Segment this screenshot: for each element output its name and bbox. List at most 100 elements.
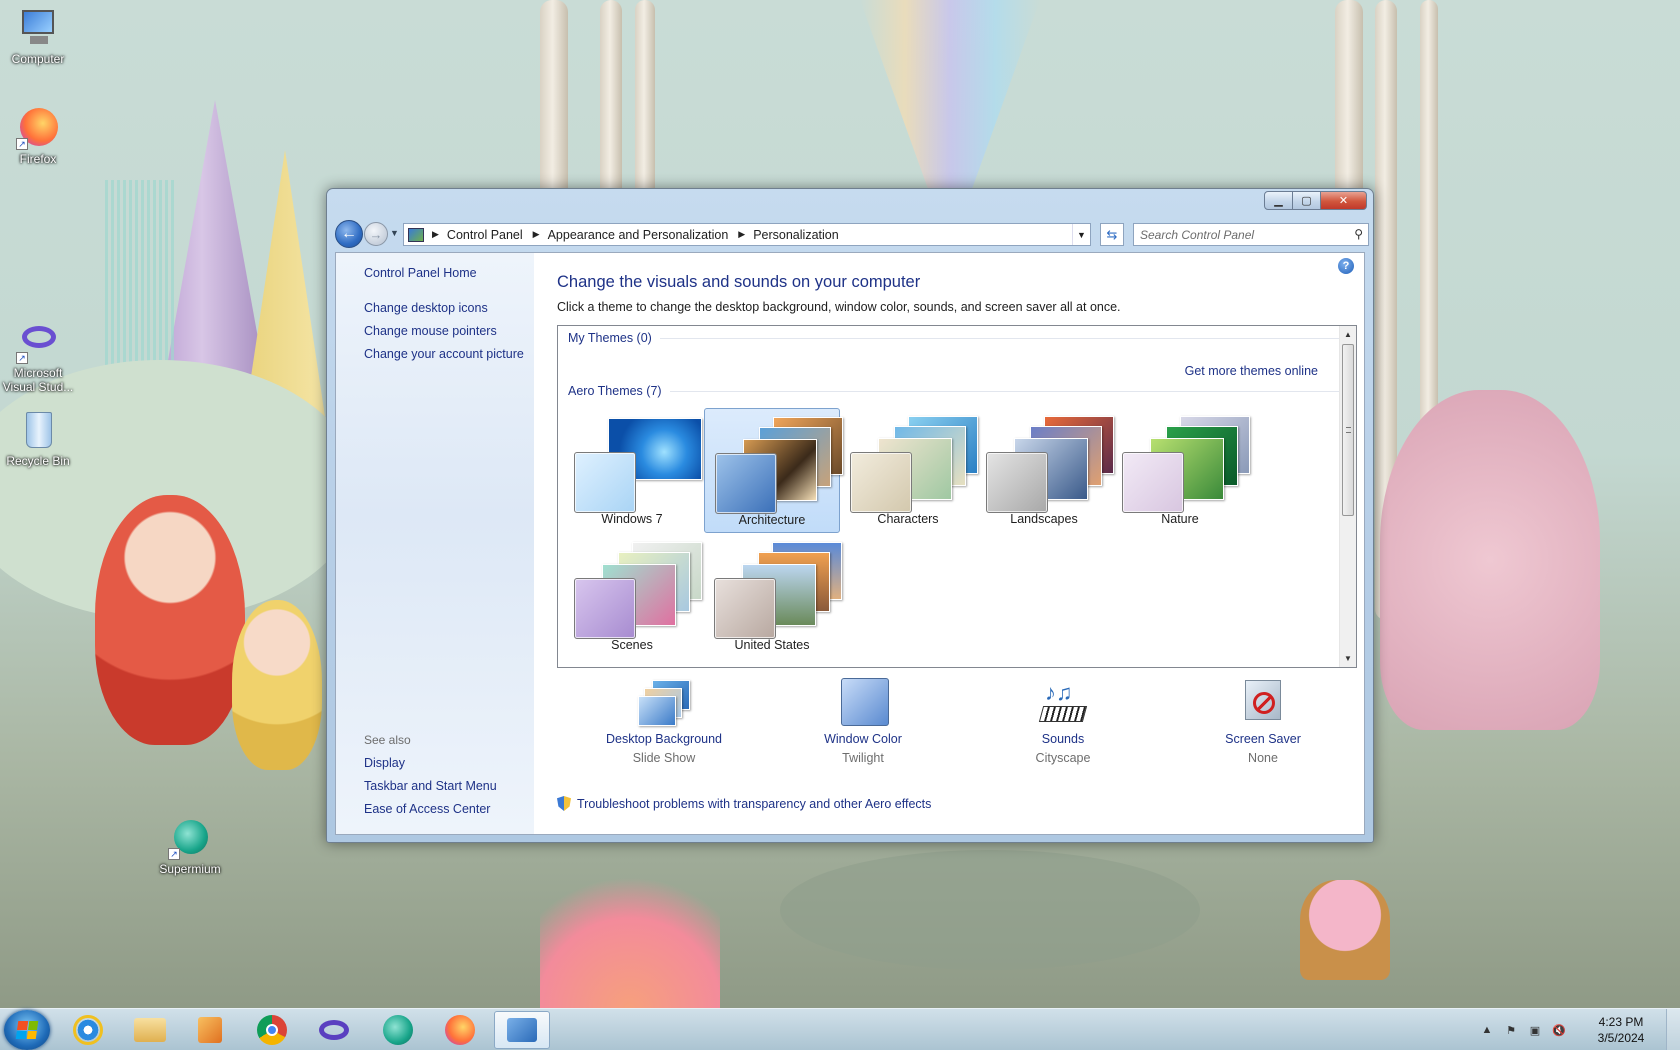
control-panel-home-link[interactable]: Control Panel Home [364, 266, 477, 280]
display-link[interactable]: Display [364, 756, 405, 770]
sounds-item[interactable]: ♪♫ Sounds Cityscape [978, 678, 1148, 765]
shield-icon [557, 796, 571, 811]
taskbar-chrome[interactable] [244, 1011, 300, 1049]
desktop-icon-computer[interactable]: Computer [0, 8, 76, 66]
supermium-icon: ↗ [168, 818, 212, 860]
theme-thumbnail [848, 414, 978, 513]
personalization-window[interactable]: ▁ ▢ ✕ ← → ▼ ▶ Control Panel ▶ Appearance… [326, 188, 1374, 843]
theme-thumbnail [984, 414, 1114, 513]
my-themes-header[interactable]: My Themes (0) [568, 331, 1340, 345]
taskbar-media-player[interactable] [182, 1011, 238, 1049]
minimize-icon: ▁ [1274, 195, 1283, 207]
address-bar[interactable]: ▶ Control Panel ▶ Appearance and Persona… [403, 223, 1091, 246]
left-pane: Control Panel Home Change desktop icons … [336, 253, 534, 834]
search-icon[interactable]: ⚲ [1354, 227, 1363, 241]
firefox-icon [445, 1015, 475, 1045]
recycle-bin-icon [16, 410, 60, 452]
chevron-up-icon: ▲ [1481, 1024, 1493, 1036]
taskbar-control-panel[interactable] [494, 1011, 550, 1049]
shortcut-arrow-icon: ↗ [168, 848, 180, 860]
back-arrow-icon: ← [341, 225, 357, 242]
screen-saver-label[interactable]: Screen Saver [1178, 732, 1348, 746]
desktop-background-item[interactable]: Desktop Background Slide Show [579, 678, 749, 765]
maximize-button[interactable]: ▢ [1293, 191, 1321, 210]
desktop-icon-label: Recycle Bin [6, 454, 70, 468]
refresh-icon: ⇆ [1106, 226, 1118, 242]
breadcrumb-personalization[interactable]: Personalization [753, 228, 838, 242]
taskbar-supermium[interactable] [370, 1011, 426, 1049]
theme-windows-7[interactable]: Windows 7 [564, 408, 702, 533]
address-dropdown-button[interactable]: ▼ [1072, 224, 1090, 245]
close-button[interactable]: ✕ [1321, 191, 1367, 210]
see-also-label: See also [364, 733, 411, 747]
theme-architecture[interactable]: Architecture [704, 408, 843, 533]
taskbar-firefox[interactable] [432, 1011, 488, 1049]
file-explorer-icon [134, 1018, 166, 1042]
aero-themes-header[interactable]: Aero Themes (7) [568, 384, 1350, 398]
theme-thumbnail [572, 414, 702, 513]
chevron-down-icon: ▼ [390, 228, 399, 238]
control-panel-icon [507, 1018, 537, 1042]
desktop-icon-supermium[interactable]: ↗ Supermium [152, 818, 228, 876]
minimize-button[interactable]: ▁ [1264, 191, 1293, 210]
ease-of-access-link[interactable]: Ease of Access Center [364, 802, 490, 816]
change-desktop-icons-link[interactable]: Change desktop icons [364, 301, 488, 315]
show-desktop-button[interactable] [1666, 1009, 1680, 1050]
window-color-label[interactable]: Window Color [778, 732, 948, 746]
scrollbar-thumb[interactable] [1342, 344, 1354, 516]
troubleshoot-link[interactable]: Troubleshoot problems with transparency … [557, 796, 931, 811]
screen-saver-icon [1235, 678, 1291, 728]
sounds-value: Cityscape [1035, 751, 1091, 765]
taskbar-visual-studio[interactable] [306, 1011, 362, 1049]
maximize-icon: ▢ [1301, 195, 1312, 207]
search-input[interactable]: Search Control Panel ⚲ [1133, 223, 1369, 246]
theme-name: Characters [877, 512, 939, 526]
breadcrumb-arrow-icon: ▶ [532, 229, 540, 239]
desktop-icon-label: Supermium [159, 862, 221, 876]
desktop-icon-firefox[interactable]: ↗ Firefox [0, 108, 76, 166]
window-color-item[interactable]: Window Color Twilight [778, 678, 948, 765]
arrow-down-icon: ▼ [1344, 654, 1352, 663]
breadcrumb-control-panel[interactable]: Control Panel [447, 228, 523, 242]
theme-list[interactable]: My Themes (0) Get more themes online Aer… [557, 325, 1357, 668]
window-color-icon [835, 678, 891, 728]
desktop-icon-visual-studio[interactable]: ↗ Microsoft Visual Stud... [0, 322, 76, 394]
chrome-icon [257, 1015, 287, 1045]
change-account-picture-link[interactable]: Change your account picture [364, 347, 524, 361]
taskbar: ▲ ⚑ ▣ 🔇 4:23 PM 3/5/2024 [0, 1008, 1680, 1050]
change-mouse-pointers-link[interactable]: Change mouse pointers [364, 324, 497, 338]
desktop-background-icon [636, 678, 692, 728]
action-center-icon[interactable]: ⚑ [1504, 1023, 1518, 1037]
network-icon[interactable]: ▣ [1528, 1023, 1542, 1037]
theme-nature[interactable]: Nature [1112, 408, 1250, 533]
help-button[interactable]: ? [1338, 258, 1354, 274]
taskbar-internet-explorer[interactable] [60, 1011, 116, 1049]
forward-button[interactable]: → [364, 222, 388, 246]
taskbar-file-explorer[interactable] [122, 1011, 178, 1049]
taskbar-start-menu-link[interactable]: Taskbar and Start Menu [364, 779, 497, 793]
scroll-down-button[interactable]: ▼ [1340, 650, 1356, 667]
get-more-themes-link[interactable]: Get more themes online [1185, 364, 1318, 378]
breadcrumb-appearance[interactable]: Appearance and Personalization [548, 228, 729, 242]
system-tray: ▲ ⚑ ▣ 🔇 4:23 PM 3/5/2024 [1480, 1009, 1680, 1050]
desktop-icon-recycle-bin[interactable]: Recycle Bin [0, 410, 76, 468]
theme-list-scrollbar[interactable]: ▲ ▼ [1339, 326, 1356, 667]
sounds-label[interactable]: Sounds [978, 732, 1148, 746]
theme-characters[interactable]: Characters [840, 408, 978, 533]
back-button[interactable]: ← [335, 220, 363, 248]
theme-landscapes[interactable]: Landscapes [976, 408, 1114, 533]
screen-saver-item[interactable]: Screen Saver None [1178, 678, 1348, 765]
taskbar-clock[interactable]: 4:23 PM 3/5/2024 [1576, 1014, 1666, 1046]
start-button[interactable] [4, 1010, 50, 1050]
desktop-background-label[interactable]: Desktop Background [579, 732, 749, 746]
help-icon: ? [1342, 260, 1350, 272]
theme-scenes[interactable]: Scenes [564, 534, 702, 659]
refresh-button[interactable]: ⇆ [1100, 223, 1124, 246]
theme-name: United States [734, 638, 810, 652]
desktop-icon-label: Computer [11, 52, 65, 66]
recent-pages-button[interactable]: ▼ [390, 228, 399, 238]
show-hidden-icons-button[interactable]: ▲ [1480, 1023, 1494, 1037]
scroll-up-button[interactable]: ▲ [1340, 326, 1356, 343]
volume-muted-icon[interactable]: 🔇 [1552, 1023, 1566, 1037]
theme-united-states[interactable]: United States [704, 534, 842, 659]
